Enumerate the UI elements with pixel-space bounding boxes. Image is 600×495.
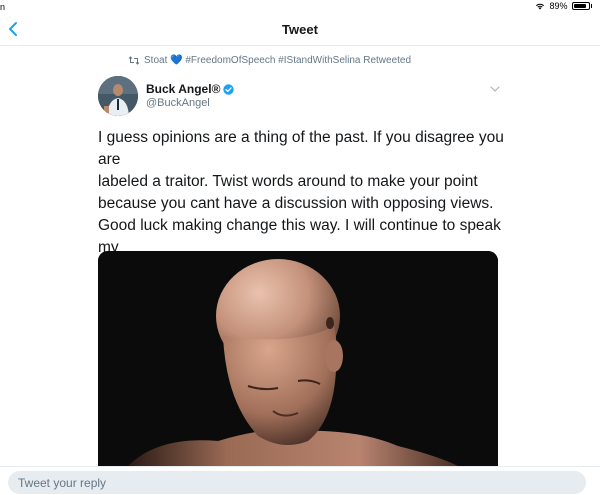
chevron-down-icon[interactable] — [489, 84, 501, 94]
wifi-icon — [536, 3, 545, 10]
status-bar: n 89% — [0, 0, 600, 14]
battery-percent: 89% — [549, 1, 568, 11]
author-name-text: Buck Angel® — [146, 82, 221, 96]
author-handle[interactable]: @BuckAngel — [146, 97, 210, 109]
avatar[interactable] — [98, 76, 138, 116]
battery-fill — [573, 4, 586, 8]
author-name[interactable]: Buck Angel® — [146, 82, 235, 96]
status-carrier: n — [0, 2, 6, 12]
avatar-image — [98, 76, 138, 116]
photo-portrait — [98, 251, 498, 466]
reply-bar — [0, 466, 600, 495]
battery-tip — [590, 4, 592, 8]
navigation-bar: Tweet — [0, 14, 600, 46]
reply-input[interactable] — [8, 471, 586, 494]
retweet-icon — [128, 56, 140, 65]
verified-badge-icon — [223, 83, 235, 95]
status-indicators: 89% — [535, 1, 592, 11]
page-title: Tweet — [282, 22, 318, 37]
tweet-media-image[interactable] — [98, 251, 498, 466]
battery-icon — [571, 2, 590, 10]
retweet-text: Stoat 💙 #FreedomOfSpeech #IStandWithSeli… — [144, 55, 412, 66]
retweet-context[interactable]: Stoat 💙 #FreedomOfSpeech #IStandWithSeli… — [128, 55, 411, 66]
